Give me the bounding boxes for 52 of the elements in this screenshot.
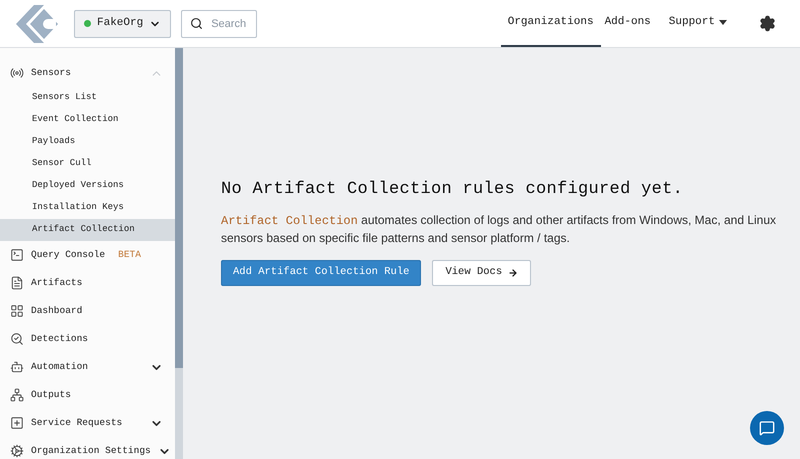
sidebar-item[interactable]: Outputs [0, 381, 175, 409]
sidebar-label: Sensors [31, 66, 71, 80]
empty-state-description: Artifact Collection automates collection of logs and other artifacts from Windows, Mac, and Linux sensors based on specific file patterns and sensor platform / tags. [221, 212, 778, 246]
document-icon [10, 276, 24, 290]
hierarchy-icon [10, 388, 24, 402]
caret-icon [719, 20, 727, 25]
sidebar-label: Artifacts [31, 276, 82, 290]
arrow-right-icon [508, 268, 518, 278]
add-rule-button[interactable]: Add Artifact Collection Rule [221, 260, 422, 286]
sidebar-item[interactable]: Dashboard [0, 297, 175, 325]
sidebar-label: Organization Settings [31, 444, 151, 458]
empty-state-title: No Artifact Collection rules configured yet. [221, 179, 684, 201]
gear-icon [10, 444, 24, 458]
sidebar-scrollbar[interactable] [175, 48, 183, 459]
chat-icon [759, 420, 775, 436]
sidebar-item[interactable]: Query Console BETA [0, 241, 175, 269]
beta-label: BETA [118, 248, 141, 262]
sidebar-item[interactable]: Service Requests [0, 409, 175, 437]
sidebar-item[interactable]: Artifacts [0, 269, 175, 297]
sidebar-label: Automation [31, 360, 88, 374]
sidebar-label: Query Console [31, 248, 106, 262]
sidebar-subitem[interactable]: Installation Keys [0, 197, 175, 219]
sidebar-label: Service Requests [31, 416, 122, 430]
sidebar-item[interactable]: Automation [0, 353, 175, 381]
terminal-icon [10, 248, 24, 262]
search-field[interactable]: Search [181, 10, 258, 38]
sidebar-subitem[interactable]: Deployed Versions [0, 175, 175, 197]
sidebar-subitem[interactable]: Event Collection [0, 109, 175, 131]
sidebar-subitem[interactable]: Payloads [0, 131, 175, 153]
nav-link[interactable]: Add-ons [600, 0, 655, 47]
sidebar-subitem[interactable]: Sensor Cull [0, 153, 175, 175]
sidebar-subitem[interactable]: Artifact Collection [0, 219, 175, 241]
signal-icon [10, 66, 24, 80]
view-docs-button[interactable]: View Docs [432, 260, 532, 286]
sidebar-label: Detections [31, 332, 88, 346]
search-check-icon [10, 332, 24, 346]
settings-icon[interactable] [759, 15, 776, 32]
support-menu[interactable]: Support [664, 0, 731, 47]
grid-icon [10, 304, 24, 318]
sidebar-subitem[interactable]: Sensors List [0, 87, 175, 109]
robot-icon [10, 360, 24, 374]
search-icon [190, 16, 204, 30]
sidebar-label: Outputs [31, 388, 71, 402]
chat-button[interactable] [750, 411, 784, 445]
plus-square-icon [10, 416, 24, 430]
sidebar-item[interactable]: Detections [0, 325, 175, 353]
sidebar-item[interactable]: Sensors [0, 59, 175, 87]
sidebar-label: Dashboard [31, 304, 82, 318]
sidebar-item[interactable]: Organization Settings [0, 437, 175, 459]
org-selector[interactable]: FakeOrg [74, 10, 172, 38]
logo-icon [14, 4, 60, 42]
artifact-collection-link[interactable]: Artifact Collection [221, 214, 358, 228]
